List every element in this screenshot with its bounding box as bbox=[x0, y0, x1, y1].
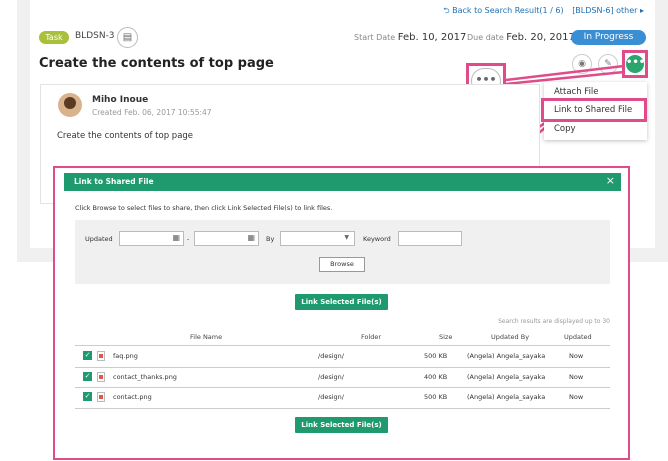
file-size: 400 KB bbox=[424, 373, 448, 381]
checkbox-icon[interactable]: ✓ bbox=[83, 372, 92, 381]
keyword-label: Keyword bbox=[363, 235, 391, 243]
by-label: By bbox=[266, 235, 275, 243]
comment-created: Created Feb. 06, 2017 10:55:47 bbox=[92, 108, 212, 117]
file-size: 500 KB bbox=[424, 393, 448, 401]
file-updated: Now bbox=[569, 352, 584, 360]
file-folder: /design/ bbox=[318, 393, 344, 401]
close-icon[interactable]: × bbox=[606, 174, 615, 187]
table-row[interactable]: ✓ contact_thanks.png /design/ 400 KB (An… bbox=[75, 368, 610, 388]
checkbox-icon[interactable]: ✓ bbox=[83, 351, 92, 360]
file-updated-by: (Angela) Angela_sayaka bbox=[467, 373, 546, 381]
menu-item-copy[interactable]: Copy bbox=[554, 124, 576, 134]
avatar bbox=[58, 93, 82, 117]
link-selected-files-button-top[interactable]: Link Selected File(s) bbox=[295, 294, 388, 310]
file-name: faq.png bbox=[113, 352, 138, 360]
column-header-file-name: File Name bbox=[190, 333, 223, 341]
file-folder: /design/ bbox=[318, 373, 344, 381]
image-file-icon bbox=[97, 351, 105, 361]
calendar-icon[interactable]: ▦ bbox=[247, 233, 255, 242]
dropdown-icon: ▼ bbox=[344, 234, 349, 241]
column-header-updated-by: Updated By bbox=[491, 333, 530, 341]
file-updated-by: (Angela) Angela_sayaka bbox=[467, 352, 546, 360]
comment-author: Miho Inoue bbox=[92, 95, 149, 105]
updated-label: Updated bbox=[85, 235, 113, 243]
date-range-dash: - bbox=[187, 235, 190, 243]
image-file-icon bbox=[97, 392, 105, 402]
column-header-updated: Updated bbox=[564, 333, 592, 341]
keyword-input[interactable] bbox=[398, 231, 462, 246]
updated-to-field[interactable]: ▦ bbox=[194, 231, 259, 246]
search-filter-panel bbox=[75, 220, 610, 284]
file-name: contact.png bbox=[113, 393, 152, 401]
table-row[interactable]: ✓ faq.png /design/ 500 KB (Angela) Angel… bbox=[75, 347, 610, 367]
updated-by-select[interactable]: ▼ bbox=[280, 231, 355, 246]
checkbox-icon[interactable]: ✓ bbox=[83, 392, 92, 401]
file-updated: Now bbox=[569, 393, 584, 401]
dialog-header: Link to Shared File × bbox=[64, 173, 621, 191]
updated-from-field[interactable]: ▦ bbox=[119, 231, 184, 246]
file-folder: /design/ bbox=[318, 352, 344, 360]
calendar-icon[interactable]: ▦ bbox=[172, 233, 180, 242]
file-updated-by: (Angela) Angela_sayaka bbox=[467, 393, 546, 401]
dialog-title: Link to Shared File bbox=[74, 177, 154, 186]
dialog-instruction: Click Browse to select files to share, t… bbox=[75, 204, 333, 212]
table-bottom-divider bbox=[75, 408, 610, 409]
link-selected-files-button-bottom[interactable]: Link Selected File(s) bbox=[295, 417, 388, 433]
table-row[interactable]: ✓ contact.png /design/ 500 KB (Angela) A… bbox=[75, 388, 610, 408]
menu-item-attach-file[interactable]: Attach File bbox=[554, 87, 599, 97]
comment-text: Create the contents of top page bbox=[57, 131, 194, 141]
browse-button[interactable]: Browse bbox=[319, 257, 365, 272]
column-header-folder: Folder bbox=[361, 333, 382, 341]
search-result-note: Search results are displayed up to 30 bbox=[498, 318, 610, 325]
table-divider bbox=[75, 345, 610, 346]
file-name: contact_thanks.png bbox=[113, 373, 177, 381]
file-updated: Now bbox=[569, 373, 584, 381]
column-header-size: Size bbox=[439, 333, 453, 341]
image-file-icon bbox=[97, 372, 105, 382]
menu-item-highlight bbox=[541, 98, 647, 122]
file-size: 500 KB bbox=[424, 352, 448, 360]
